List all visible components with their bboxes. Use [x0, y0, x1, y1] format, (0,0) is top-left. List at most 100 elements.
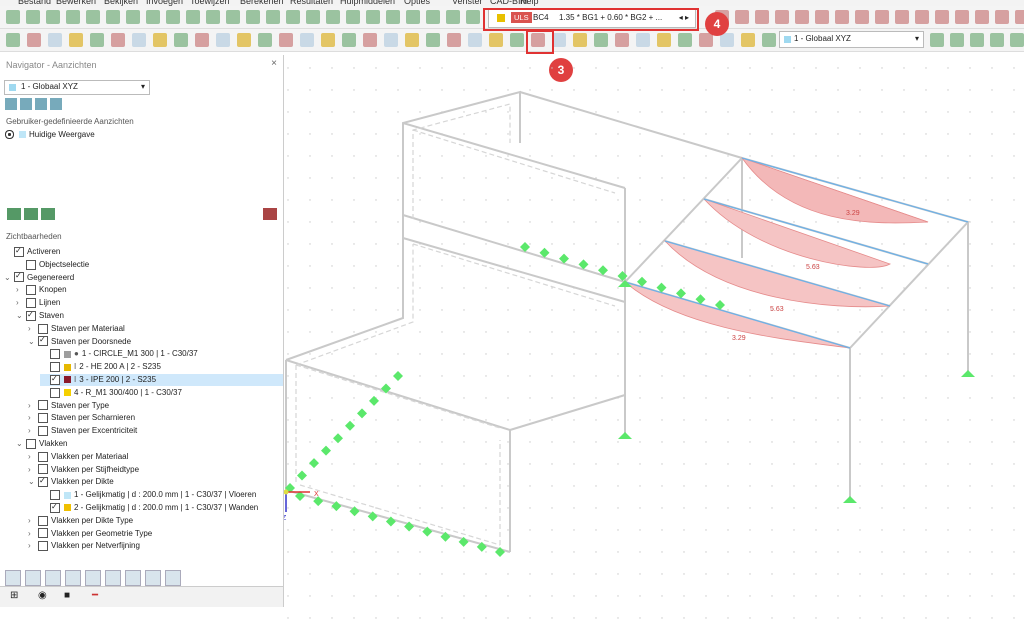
toolbar-button-icon[interactable]: [552, 33, 566, 47]
toolbar-button-icon[interactable]: [468, 33, 482, 47]
toolbar-button-icon[interactable]: [1010, 33, 1024, 47]
tree-item[interactable]: › Vlakken per Geometrie Type: [28, 528, 152, 540]
chevron-icon[interactable]: ›: [28, 464, 38, 476]
toolbar-button-icon[interactable]: [755, 10, 769, 24]
toolbar-button-icon[interactable]: [741, 33, 755, 47]
toolbar-button-icon[interactable]: [90, 33, 104, 47]
chevron-icon[interactable]: ›: [28, 528, 38, 540]
chevron-icon[interactable]: ›: [28, 400, 38, 412]
checkbox[interactable]: [50, 373, 60, 385]
toolbar-button-icon[interactable]: [26, 10, 40, 24]
toolbar-button-icon[interactable]: [466, 10, 480, 24]
toolbar-button-icon[interactable]: [735, 10, 749, 24]
toolbar-button-icon[interactable]: [86, 10, 100, 24]
toolbar-button-icon[interactable]: [975, 10, 989, 24]
toolbar-button-icon[interactable]: [405, 33, 419, 47]
toolbar-button-icon[interactable]: [258, 33, 272, 47]
toolbar-button-icon[interactable]: [174, 33, 188, 47]
tree-item[interactable]: › Staven per Type: [28, 400, 109, 412]
checkbox[interactable]: [26, 309, 36, 321]
toolbar-button-icon[interactable]: [166, 10, 180, 24]
view-select[interactable]: 1 - Globaal XYZ ▾: [779, 31, 924, 48]
visibility-tool-icon[interactable]: [45, 570, 61, 586]
tree-item[interactable]: › Vlakken per Dikte Type: [28, 515, 133, 527]
tree-item[interactable]: 4 - R_M1 300/400 | 1 - C30/37: [40, 387, 182, 399]
checkbox[interactable]: [50, 362, 60, 373]
toolbar-button-icon[interactable]: [995, 10, 1009, 24]
tree-item[interactable]: › Staven per Excentriciteit: [28, 425, 137, 437]
tree-item[interactable]: ⌄ Vlakken: [16, 438, 67, 450]
toolbar-button-icon[interactable]: [775, 10, 789, 24]
tree-item[interactable]: I3 - IPE 200 | 2 - S235: [40, 373, 283, 386]
chevron-icon[interactable]: ›: [16, 284, 26, 296]
toolbar-button-icon[interactable]: [153, 33, 167, 47]
visibility-tool-icon[interactable]: [165, 570, 181, 586]
toolbar-button-icon[interactable]: [237, 33, 251, 47]
tab-display-icon[interactable]: ◉: [38, 590, 47, 601]
checkbox[interactable]: [38, 475, 48, 488]
navigator-view-select[interactable]: 1 - Globaal XYZ ▾: [4, 80, 150, 95]
tree-item[interactable]: 1 - Gelijkmatig | d : 200.0 mm | 1 - C30…: [40, 489, 256, 501]
toolbar-button-icon[interactable]: [636, 33, 650, 47]
tree-item[interactable]: Objectselectie: [16, 259, 89, 271]
toolbar-button-icon[interactable]: [950, 33, 964, 47]
chevron-icon[interactable]: ⌄: [4, 272, 14, 284]
toolbar-button-icon[interactable]: [510, 33, 524, 47]
current-view-item[interactable]: Huidige Weergave: [5, 129, 95, 141]
toolbar-button-icon[interactable]: [226, 10, 240, 24]
3d-model-view[interactable]: 3.29 5.63 5.63 3.29 X Z: [284, 52, 1024, 623]
tree-item[interactable]: ⌄ Gegenereerd: [4, 270, 74, 284]
chevron-icon[interactable]: ⌄: [16, 310, 26, 322]
toolbar-button-icon[interactable]: [489, 33, 503, 47]
checkbox[interactable]: [38, 528, 48, 539]
toolbar-button-icon[interactable]: [447, 33, 461, 47]
toolbar-button-icon[interactable]: [246, 10, 260, 24]
tree-item[interactable]: ⌄ Staven per Doorsnede: [28, 334, 131, 348]
toolbar-button-icon[interactable]: [835, 10, 849, 24]
toolbar-button-icon[interactable]: [326, 10, 340, 24]
checkbox[interactable]: [50, 349, 60, 360]
checkbox[interactable]: [38, 515, 48, 526]
checkbox[interactable]: [38, 464, 48, 475]
chevron-icon[interactable]: ›: [28, 451, 38, 463]
toolbar-button-icon[interactable]: [321, 33, 335, 47]
toolbar-button-icon[interactable]: [6, 10, 20, 24]
toolbar-button-icon[interactable]: [935, 10, 949, 24]
checkbox[interactable]: [38, 413, 48, 424]
toolbar-button-icon[interactable]: [895, 10, 909, 24]
checkbox[interactable]: [50, 490, 60, 501]
chevron-icon[interactable]: ›: [16, 297, 26, 309]
tree-item[interactable]: › Knopen: [16, 284, 67, 296]
tree-item[interactable]: › Staven per Materiaal: [28, 323, 125, 335]
toolbar-button-icon[interactable]: [69, 33, 83, 47]
toolbar-button-icon[interactable]: [106, 10, 120, 24]
visibility-tool-icon[interactable]: [105, 570, 121, 586]
tree-item[interactable]: ⌄ Staven: [16, 309, 64, 322]
toolbar-button-icon[interactable]: [915, 10, 929, 24]
toolbar-button-icon[interactable]: [279, 33, 293, 47]
toolbar-button-icon[interactable]: [363, 33, 377, 47]
toolbar-button-icon[interactable]: [384, 33, 398, 47]
toolbar-button-icon[interactable]: [306, 10, 320, 24]
toolbar-button-icon[interactable]: [346, 10, 360, 24]
toolbar-button-icon[interactable]: [66, 10, 80, 24]
visibility-tool-icon[interactable]: [125, 570, 141, 586]
toolbar-button-icon[interactable]: [46, 10, 60, 24]
toolbar-button-icon[interactable]: [657, 33, 671, 47]
tab-views-icon[interactable]: ■: [64, 590, 70, 601]
visibility-tool-icon[interactable]: [145, 570, 161, 586]
toolbar-button-icon[interactable]: [111, 33, 125, 47]
toolbar-button-icon[interactable]: [594, 33, 608, 47]
toolbar-button-icon[interactable]: [216, 33, 230, 47]
chevron-icon[interactable]: ›: [28, 425, 38, 437]
chevron-icon[interactable]: ›: [28, 540, 38, 552]
radio-icon[interactable]: [5, 130, 14, 140]
toolbar-button-icon[interactable]: [206, 10, 220, 24]
toolbar-button-icon[interactable]: [875, 10, 889, 24]
tab-results-icon[interactable]: ━: [92, 590, 98, 601]
toolbar-button-icon[interactable]: [48, 33, 62, 47]
toolbar-button-icon[interactable]: [795, 10, 809, 24]
camera-icon[interactable]: [41, 208, 55, 220]
toolbar-button-icon[interactable]: [266, 10, 280, 24]
toolbar-button-icon[interactable]: [930, 33, 944, 47]
